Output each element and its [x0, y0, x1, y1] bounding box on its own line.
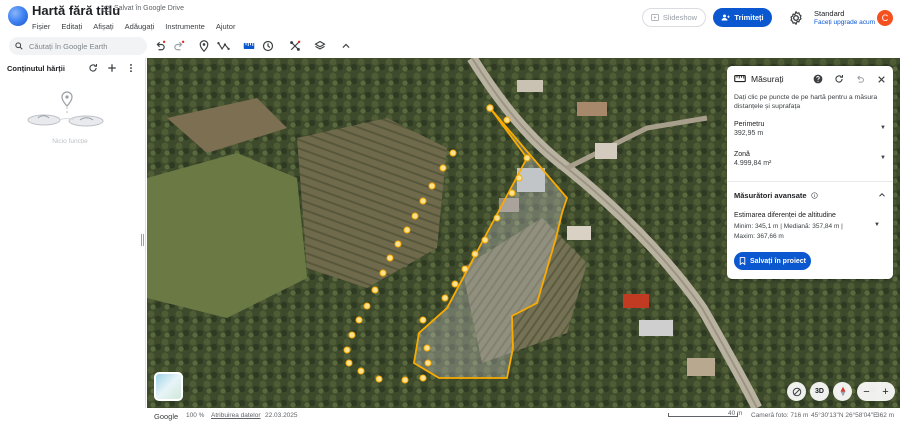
- measure-panel: Măsurați Dați clic pe puncte de pe hartă…: [727, 66, 893, 279]
- area-label: Zonă: [734, 151, 750, 158]
- search-input[interactable]: [29, 41, 139, 51]
- save-to-project-button[interactable]: Salvați în proiect: [734, 252, 811, 270]
- redo-icon[interactable]: [172, 39, 186, 53]
- add-icon[interactable]: [106, 62, 117, 73]
- bookmark-icon: [739, 257, 746, 265]
- help-icon[interactable]: [812, 73, 824, 85]
- area-row[interactable]: Zonă 4.999,84 m² ▼: [734, 151, 886, 167]
- google-attribution: Google: [154, 412, 179, 421]
- map-style-thumbnail[interactable]: [154, 372, 183, 401]
- measure-title: Măsurați: [751, 74, 784, 84]
- imagery-date: 22.03.2025: [265, 412, 298, 419]
- drive-status: Salvat în Google Drive: [102, 5, 184, 12]
- menu-help[interactable]: Ajutor: [216, 22, 236, 31]
- add-placemark-icon[interactable]: [197, 39, 211, 53]
- house-3: [595, 143, 617, 159]
- status-bar: Google 100 % Atribuirea datelor 22.03.20…: [147, 408, 900, 425]
- upgrade-link[interactable]: Faceți upgrade acum: [814, 19, 875, 26]
- zoom-in-button[interactable]: +: [882, 386, 888, 398]
- slideshow-icon: [651, 14, 659, 21]
- street-view-off-icon: [792, 387, 801, 396]
- camera-altitude: Cameră foto: 716 m: [751, 412, 809, 419]
- draw-path-icon[interactable]: [216, 39, 230, 53]
- undo-point-icon[interactable]: [854, 73, 866, 85]
- street-view-off-button[interactable]: [787, 382, 806, 401]
- red-roof-house: [623, 294, 649, 308]
- zoom-out-button[interactable]: −: [863, 386, 869, 398]
- scale-label: 40 m: [728, 410, 743, 417]
- slideshow-label: Slideshow: [662, 13, 698, 22]
- search-box[interactable]: [9, 37, 147, 55]
- measure-header-actions: [812, 73, 887, 85]
- info-icon[interactable]: [810, 192, 818, 199]
- zoom-percent: 100 %: [186, 412, 205, 419]
- chevron-up-icon[interactable]: [878, 191, 886, 201]
- google-earth-logo-icon[interactable]: [8, 6, 28, 26]
- coordinates: 45°30'13"N 26°58'04"E: [811, 412, 878, 419]
- menu-view[interactable]: Afișați: [93, 22, 113, 31]
- share-label: Trimiteți: [734, 13, 764, 22]
- chevron-up-icon[interactable]: [339, 39, 353, 53]
- historical-imagery-icon[interactable]: [261, 39, 275, 53]
- data-layers-icon[interactable]: [288, 39, 302, 53]
- drive-status-text: Salvat în Google Drive: [114, 5, 185, 12]
- divider: [727, 181, 893, 182]
- close-icon[interactable]: [875, 73, 887, 85]
- zoom-controls: − +: [857, 382, 895, 401]
- perimeter-unit-dropdown-icon[interactable]: ▼: [880, 125, 886, 131]
- empty-state-text: Nicio funcție: [52, 138, 88, 145]
- ground-elevation: 362 m: [876, 412, 895, 419]
- elevation-max: Maxim: 367,66 m: [734, 233, 784, 240]
- elevation-title: Estimarea diferenței de altitudine: [734, 212, 836, 219]
- map-style-layers-icon[interactable]: [313, 39, 327, 53]
- cloud-check-icon: [102, 5, 111, 12]
- empty-features-illustration-icon: [27, 91, 104, 127]
- house-1: [517, 80, 543, 92]
- ruler-icon: [734, 74, 746, 83]
- map-content-panel: Conținutul hărții Nicio funcție: [0, 58, 146, 408]
- panel-actions: [87, 62, 136, 73]
- advanced-label: Măsurători avansate: [734, 191, 807, 200]
- compass-icon: [840, 386, 845, 397]
- search-icon: [15, 42, 23, 50]
- perimeter-row[interactable]: Perimetru 392,95 m ▼: [734, 121, 886, 137]
- compass-button[interactable]: [833, 382, 852, 401]
- tilt-3d-button[interactable]: 3D: [810, 382, 829, 401]
- house-8: [687, 358, 715, 376]
- menu-bar: Fișier Editați Afișați Adăugați Instrume…: [32, 22, 235, 31]
- elevation-dropdown-icon[interactable]: ▼: [874, 222, 880, 228]
- perimeter-label: Perimetru: [734, 121, 765, 128]
- app-header: Hartă fără titlu Salvat în Google Drive …: [0, 0, 900, 36]
- share-button[interactable]: Trimiteți: [713, 8, 772, 27]
- undo-icon[interactable]: [153, 39, 167, 53]
- panel-title: Conținutul hărții: [7, 64, 65, 73]
- more-vertical-icon[interactable]: [125, 62, 136, 73]
- house-2: [577, 102, 607, 116]
- add-person-icon: [721, 14, 731, 21]
- advanced-measurements-toggle[interactable]: Măsurători avansate: [734, 191, 886, 200]
- slideshow-button[interactable]: Slideshow: [642, 8, 706, 27]
- measure-hint: Dați clic pe puncte de pe hartă pentru a…: [734, 94, 878, 110]
- avatar[interactable]: C: [877, 10, 893, 26]
- house-7: [639, 320, 673, 336]
- save-to-project-label: Salvați în proiect: [749, 257, 807, 265]
- toolbar: [0, 36, 900, 58]
- refresh-icon[interactable]: [87, 62, 98, 73]
- area-unit-dropdown-icon[interactable]: ▼: [880, 155, 886, 161]
- data-attribution-link[interactable]: Atribuirea datelor: [211, 412, 261, 419]
- panel-resize-grip[interactable]: [141, 234, 144, 246]
- reset-icon[interactable]: [833, 73, 845, 85]
- menu-edit[interactable]: Editați: [61, 22, 82, 31]
- elevation-min-median: Minim: 345,1 m | Mediană: 357,84 m |: [734, 223, 843, 230]
- settings-gear-icon[interactable]: [788, 10, 804, 26]
- measure-ruler-icon[interactable]: [242, 39, 256, 53]
- account-plan: Standard: [814, 9, 845, 18]
- perimeter-value: 392,95 m: [734, 130, 764, 137]
- menu-add[interactable]: Adăugați: [125, 22, 155, 31]
- house-6: [567, 226, 591, 240]
- menu-tools[interactable]: Instrumente: [165, 22, 205, 31]
- menu-file[interactable]: Fișier: [32, 22, 50, 31]
- area-value: 4.999,84 m²: [734, 160, 772, 167]
